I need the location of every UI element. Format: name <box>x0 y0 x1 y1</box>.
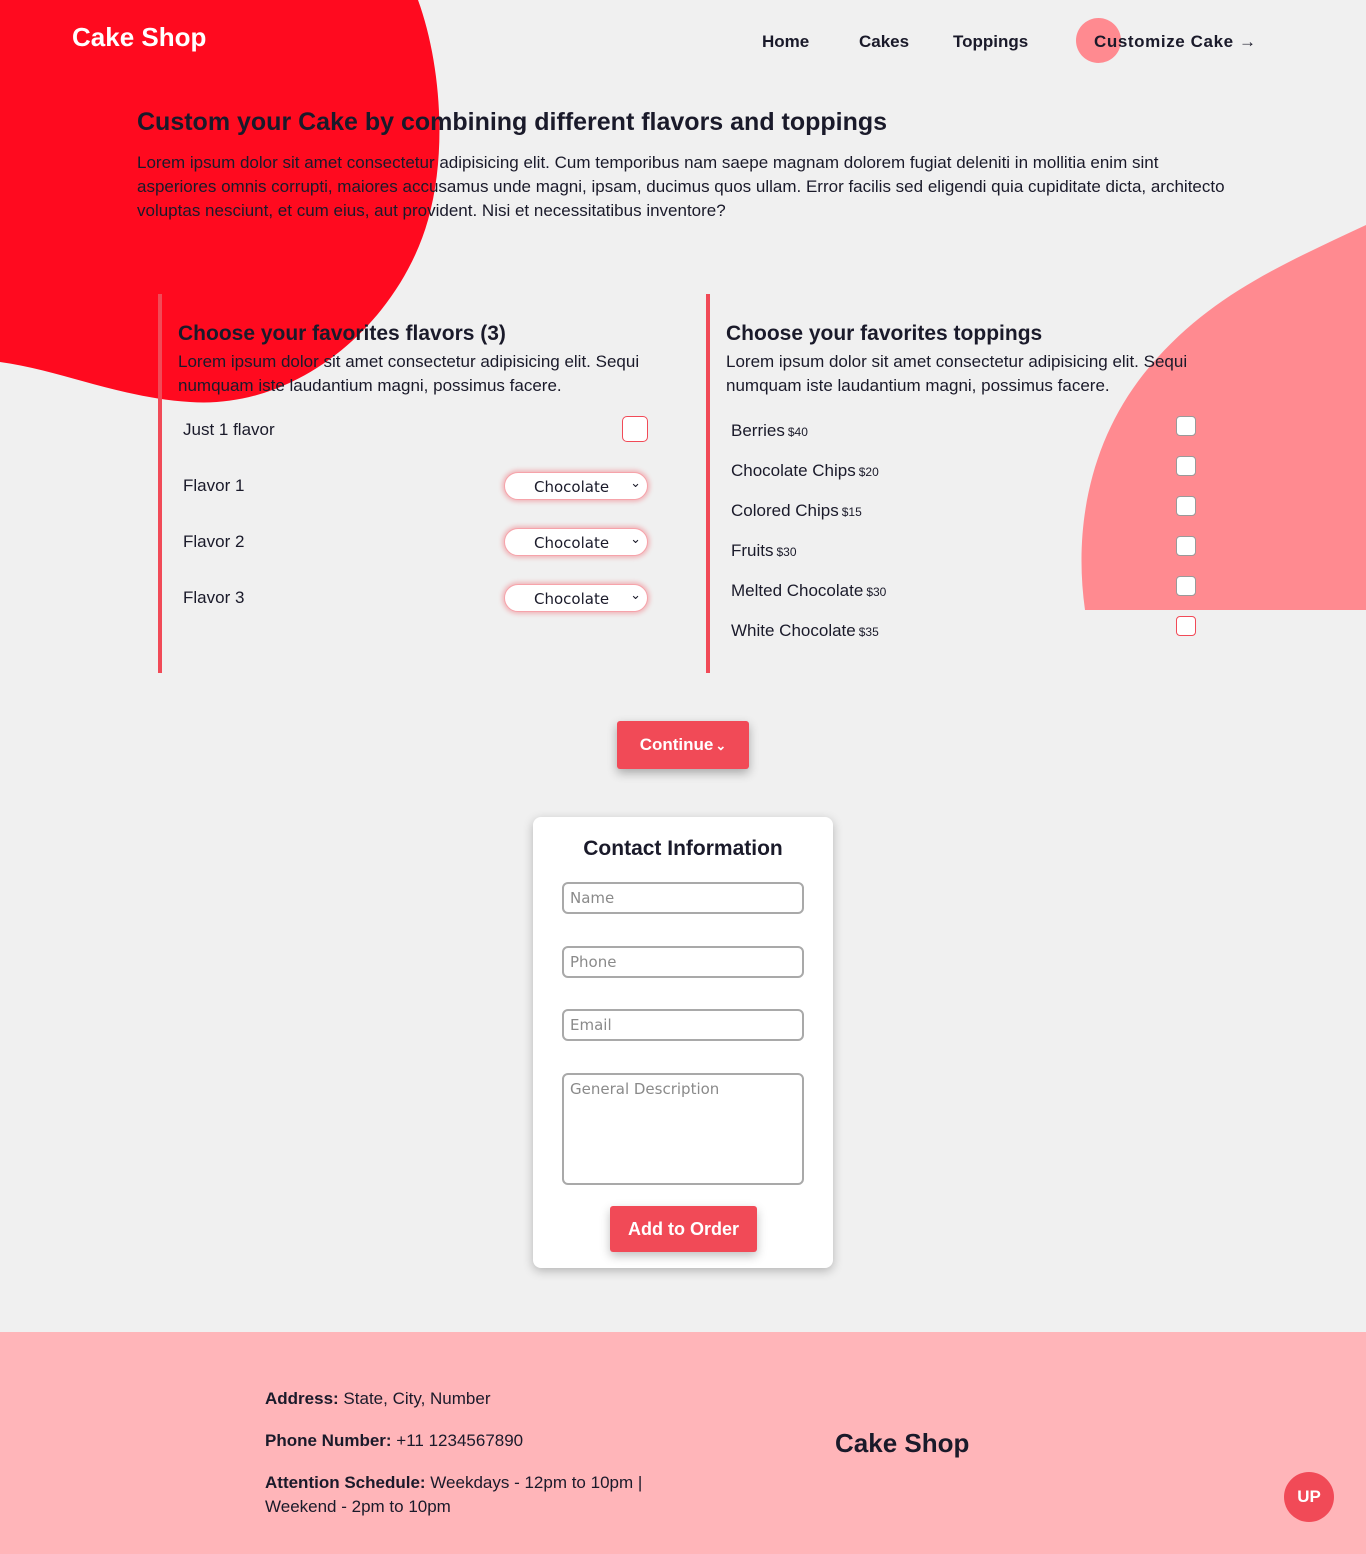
scroll-up-button[interactable]: UP <box>1284 1472 1334 1522</box>
nav-home[interactable]: Home <box>762 32 809 52</box>
topping-price: $40 <box>787 425 808 439</box>
flavor-1-label: Flavor 1 <box>183 476 245 495</box>
chevron-down-icon: ⌄ <box>630 476 641 491</box>
nav-customize-cake[interactable]: Customize Cake → <box>1094 32 1257 52</box>
topping-checkbox-fruits[interactable] <box>1176 536 1196 556</box>
main-nav: Home Cakes Toppings Customize Cake → <box>0 32 1366 56</box>
toppings-text: Lorem ipsum dolor sit amet consectetur a… <box>726 352 1188 395</box>
topping-price: $20 <box>858 465 879 479</box>
chevron-down-icon: ⌄ <box>630 588 641 603</box>
footer-phone: Phone Number: +11 1234567890 <box>265 1429 685 1453</box>
topping-checkbox-colored-chips[interactable] <box>1176 496 1196 516</box>
topping-checkbox-chocolate-chips[interactable] <box>1176 456 1196 476</box>
chevron-down-icon: ⌄ <box>715 738 727 753</box>
topping-name: Melted Chocolate <box>731 581 864 600</box>
topping-row: Chocolate Chips $20 <box>731 456 1196 485</box>
toppings-panel: Choose your favorites toppings Lorem ips… <box>706 294 1196 673</box>
topping-price: $30 <box>866 585 887 599</box>
flavor-3-row: Flavor 3 Chocolate ⌄ <box>183 584 648 614</box>
just-one-flavor-label: Just 1 flavor <box>183 420 275 439</box>
topping-row: Fruits $30 <box>731 536 1196 565</box>
just-one-flavor-row: Just 1 flavor <box>183 416 648 446</box>
schedule-label: Attention Schedule: <box>265 1473 426 1492</box>
intro-text: Lorem ipsum dolor sit amet consectetur a… <box>137 153 1225 220</box>
continue-button[interactable]: Continue ⌄ <box>617 721 749 769</box>
topping-row: Colored Chips $15 <box>731 496 1196 525</box>
phone-input[interactable] <box>562 946 804 978</box>
name-input[interactable] <box>562 882 804 914</box>
topping-checkbox-melted-chocolate[interactable] <box>1176 576 1196 596</box>
topping-price: $15 <box>841 505 862 519</box>
description-textarea[interactable] <box>562 1073 804 1185</box>
topping-checkbox-berries[interactable] <box>1176 416 1196 436</box>
flavor-3-label: Flavor 3 <box>183 588 245 607</box>
footer-brand: Cake Shop <box>835 1428 970 1458</box>
email-input[interactable] <box>562 1009 804 1041</box>
footer: Address: State, City, Number Phone Numbe… <box>0 1332 1366 1554</box>
topping-checkbox-white-chocolate[interactable] <box>1176 616 1196 636</box>
flavor-2-value: Chocolate <box>534 534 610 552</box>
nav-cakes[interactable]: Cakes <box>859 32 909 52</box>
topping-row: Melted Chocolate $30 <box>731 576 1196 605</box>
flavor-1-value: Chocolate <box>534 478 610 496</box>
topping-row: Berries $40 <box>731 416 1196 445</box>
flavor-3-value: Chocolate <box>534 590 610 608</box>
topping-price: $35 <box>858 625 879 639</box>
topping-name: Berries <box>731 421 785 440</box>
contact-title: Contact Information <box>583 837 783 860</box>
flavor-1-row: Flavor 1 Chocolate ⌄ <box>183 472 648 502</box>
flavor-2-row: Flavor 2 Chocolate ⌄ <box>183 528 648 558</box>
flavors-panel: Choose your favorites flavors (3) Lorem … <box>158 294 648 673</box>
phone-value: +11 1234567890 <box>396 1431 524 1450</box>
toppings-title: Choose your favorites toppings <box>726 322 1043 345</box>
nav-toppings[interactable]: Toppings <box>953 32 1028 52</box>
flavor-1-select[interactable]: Chocolate ⌄ <box>504 472 648 500</box>
flavor-2-label: Flavor 2 <box>183 532 245 551</box>
intro-section: Custom your Cake by combining different … <box>137 108 1237 223</box>
flavor-3-select[interactable]: Chocolate ⌄ <box>504 584 648 612</box>
topping-price: $30 <box>776 545 797 559</box>
address-label: Address: <box>265 1389 339 1408</box>
contact-card: Contact Information Add to Order <box>533 817 833 1268</box>
chevron-down-icon: ⌄ <box>630 532 641 547</box>
flavor-2-select[interactable]: Chocolate ⌄ <box>504 528 648 556</box>
topping-name: Fruits <box>731 541 774 560</box>
topping-name: White Chocolate <box>731 621 856 640</box>
page-title: Custom your Cake by combining different … <box>137 108 888 136</box>
topping-row: White Chocolate $35 <box>731 616 1196 645</box>
flavors-title: Choose your favorites flavors (3) <box>178 322 506 345</box>
just-one-flavor-checkbox[interactable] <box>622 416 648 442</box>
footer-schedule: Attention Schedule: Weekdays - 12pm to 1… <box>265 1471 685 1519</box>
phone-label: Phone Number: <box>265 1431 392 1450</box>
footer-address: Address: State, City, Number <box>265 1387 685 1411</box>
continue-label: Continue <box>639 735 714 754</box>
flavors-text: Lorem ipsum dolor sit amet consectetur a… <box>178 352 640 395</box>
add-to-order-button[interactable]: Add to Order <box>610 1206 757 1252</box>
topping-name: Chocolate Chips <box>731 461 856 480</box>
address-value: State, City, Number <box>343 1389 491 1408</box>
topping-name: Colored Chips <box>731 501 839 520</box>
